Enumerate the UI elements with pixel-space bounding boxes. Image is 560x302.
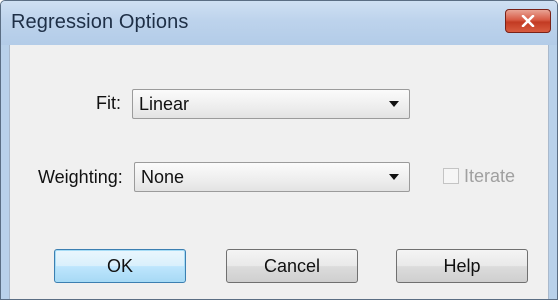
title-bar[interactable]: Regression Options <box>1 1 557 45</box>
regression-options-dialog: Regression Options Fit: Linear Weighting… <box>0 0 558 300</box>
weighting-label: Weighting: <box>38 167 123 187</box>
iterate-label: Iterate <box>464 166 516 186</box>
chevron-down-icon <box>389 174 399 180</box>
weighting-select-value: None <box>141 167 185 187</box>
iterate-checkbox[interactable] <box>443 168 459 184</box>
close-icon <box>521 15 535 27</box>
fit-select-value: Linear <box>139 94 190 114</box>
close-button[interactable] <box>505 9 551 33</box>
help-button[interactable]: Help <box>396 249 528 283</box>
fit-select[interactable]: Linear <box>132 89 410 119</box>
ok-button[interactable]: OK <box>54 249 186 283</box>
chevron-down-icon <box>389 101 399 107</box>
cancel-button[interactable]: Cancel <box>226 249 358 283</box>
weighting-select[interactable]: None <box>134 162 410 192</box>
fit-label: Fit: <box>96 93 121 113</box>
dialog-body: Fit: Linear Weighting: None Iterate OK C… <box>9 45 549 299</box>
dialog-title: Regression Options <box>11 11 189 33</box>
